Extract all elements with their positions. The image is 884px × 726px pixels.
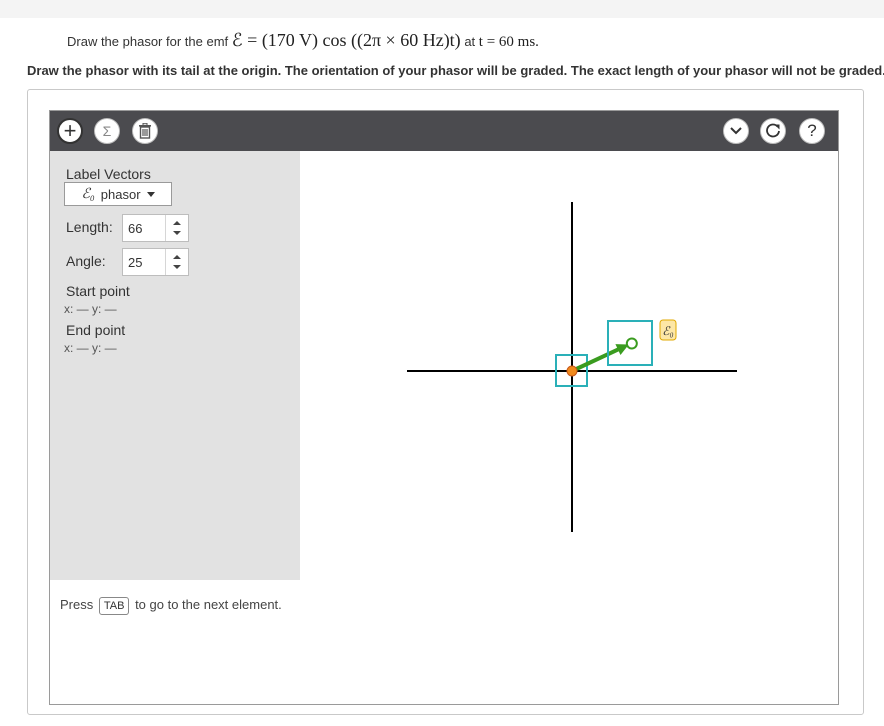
vector-label-select[interactable]: ℰ₀ phasor	[64, 182, 172, 206]
graph-svg[interactable]: ℰ₀	[407, 200, 742, 535]
page-top-strip	[0, 0, 884, 18]
tab-hint-suffix: to go to the next element.	[135, 597, 282, 612]
chevron-down-icon	[730, 127, 742, 135]
phasor-tail-point[interactable]	[566, 365, 578, 377]
add-vector-button[interactable]: +	[57, 118, 83, 144]
tab-hint-prefix: Press	[60, 597, 94, 612]
tab-key: TAB	[98, 597, 130, 615]
vector-symbol: ℰ₀	[81, 186, 95, 202]
reset-icon	[766, 123, 780, 138]
vector-properties-panel: Label Vectors ℰ₀ phasor Length: Angle: S…	[50, 151, 300, 580]
trash-icon	[139, 123, 151, 139]
angle-stepper[interactable]	[122, 248, 189, 276]
tab-hint: Press TAB to go to the next element.	[60, 597, 282, 615]
help-icon: ?	[807, 121, 817, 140]
angle-spinner[interactable]	[165, 249, 188, 275]
vector-label-text: ℰ₀	[662, 324, 673, 338]
vector-select-label: phasor	[100, 186, 141, 202]
plus-icon: +	[63, 118, 77, 143]
start-point-label: Start point	[66, 283, 130, 299]
length-label: Length:	[66, 219, 113, 235]
arrow-up-icon[interactable]	[173, 255, 181, 259]
sigma-icon: Σ	[102, 123, 112, 139]
phasor-shaft[interactable]	[571, 346, 621, 373]
end-point-coords: x: — y: —	[64, 341, 117, 355]
emf-expression: ℰ = (170 V) cos ((2π × 60 Hz)t)	[231, 30, 461, 50]
angle-label: Angle:	[66, 253, 106, 269]
time-expression: t = 60 ms.	[478, 34, 539, 50]
length-spinner[interactable]	[165, 215, 188, 241]
delete-vector-button[interactable]	[132, 118, 158, 144]
expand-menu-button[interactable]	[723, 118, 749, 144]
instructions: Draw the phasor with its tail at the ori…	[27, 63, 884, 78]
problem-at: at	[464, 34, 476, 49]
phasor-head-point[interactable]	[625, 337, 638, 350]
end-point-label: End point	[66, 322, 126, 338]
start-point-coords: x: — y: —	[64, 302, 117, 316]
label-vectors-heading: Label Vectors	[66, 166, 151, 182]
arrow-up-icon[interactable]	[173, 221, 181, 225]
problem-statement: Draw the phasor for the emf ℰ = (170 V) …	[67, 30, 539, 51]
arrow-down-icon[interactable]	[173, 265, 181, 269]
sum-vectors-button[interactable]: Σ	[94, 118, 120, 144]
reset-button[interactable]	[760, 118, 786, 144]
vector-label-tag[interactable]: ℰ₀	[659, 319, 677, 341]
arrow-down-icon[interactable]	[173, 231, 181, 235]
caret-down-icon	[146, 191, 155, 197]
length-stepper[interactable]	[122, 214, 189, 242]
problem-prefix: Draw the phasor for the emf	[67, 34, 229, 49]
help-button[interactable]: ?	[799, 118, 825, 144]
vector-toolbar: + Σ ?	[50, 111, 838, 151]
